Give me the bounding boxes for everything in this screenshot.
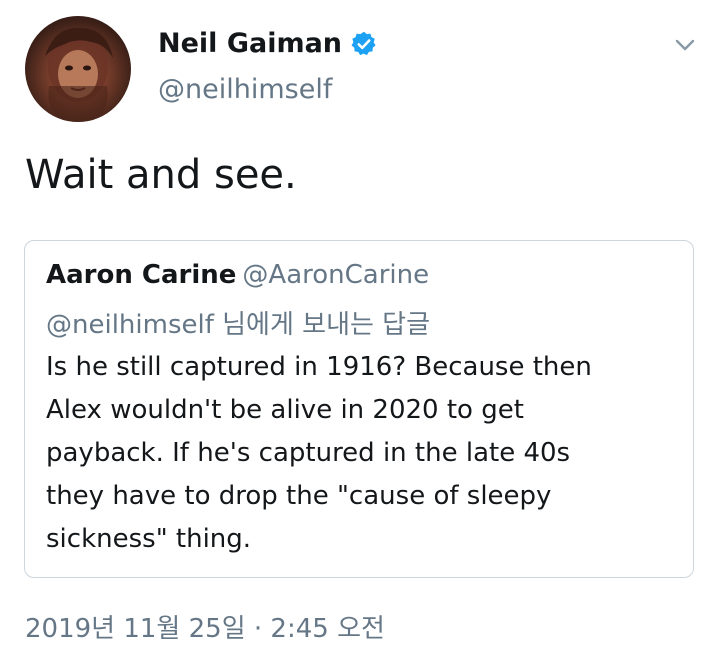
quoted-author-name[interactable]: Aaron Carine [46, 260, 236, 290]
profile-photo-icon [45, 27, 113, 122]
author-name[interactable]: Neil Gaiman [158, 28, 378, 59]
quoted-body-line: they have to drop the "cause of sleepy [46, 481, 552, 511]
quoted-body-line: Is he still captured in 1916? Because th… [46, 352, 592, 382]
quoted-author-handle[interactable]: @AaronCarine [242, 260, 429, 290]
quoted-tweet-body: Is he still captured in 1916? Because th… [46, 346, 676, 561]
quoted-body-line: payback. If he's captured in the late 40… [46, 438, 571, 468]
quoted-reply-to[interactable]: @neilhimself 님에게 보내는 답글 [46, 304, 430, 341]
chevron-down-icon[interactable] [672, 34, 698, 56]
tweet-timestamp[interactable]: 2019년 11월 25일 · 2:45 오전 [25, 608, 385, 645]
quoted-body-line: sickness" thing. [46, 524, 252, 554]
quoted-body-line: Alex wouldn't be alive in 2020 to get [46, 395, 524, 425]
author-handle[interactable]: @neilhimself [158, 74, 332, 105]
avatar[interactable] [25, 16, 131, 122]
author-name-text: Neil Gaiman [158, 28, 343, 59]
quoted-tweet-card[interactable]: Aaron Carine @AaronCarine @neilhimself 님에… [24, 240, 694, 578]
quoted-tweet-header: Aaron Carine @AaronCarine [46, 260, 429, 290]
tweet-text: Wait and see. [25, 152, 297, 198]
verified-badge-icon [350, 30, 378, 58]
